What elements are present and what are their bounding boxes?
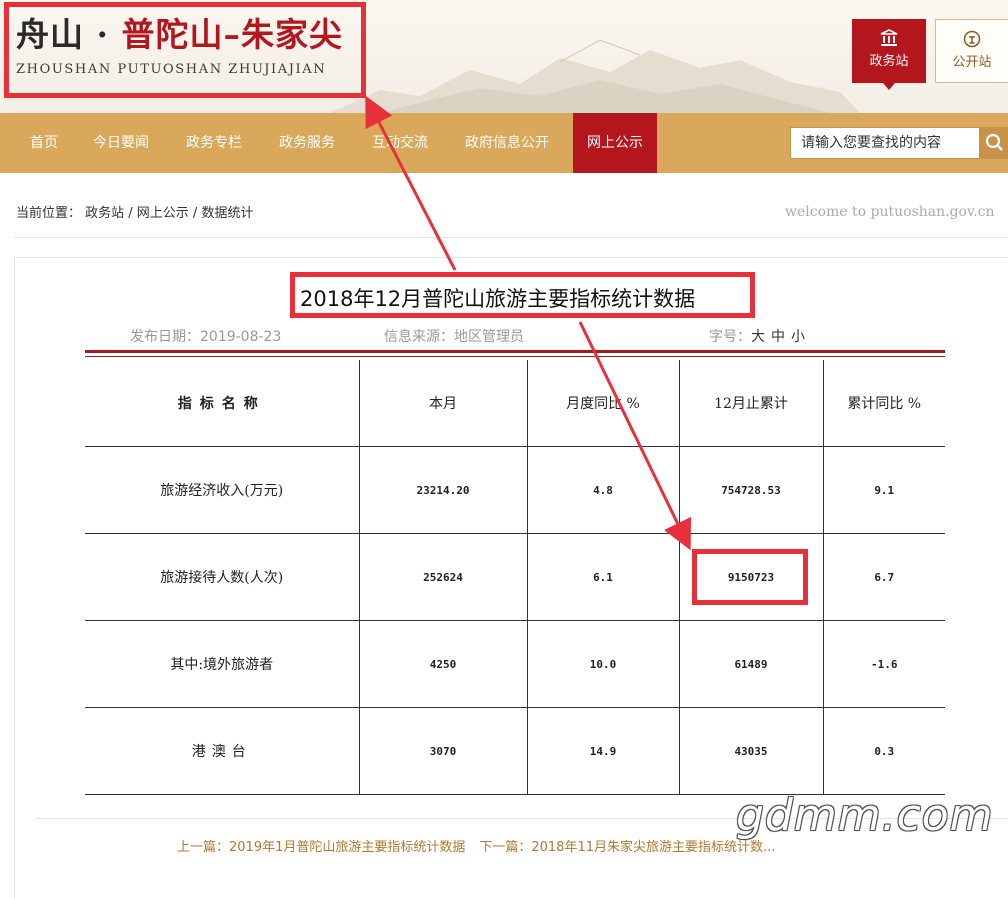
row-label: 其中:境外旅游者 xyxy=(85,620,359,708)
cell-value: 23214.20 xyxy=(358,446,527,534)
table-header-row: 指标名称 本月 月度同比 % 12月止累计 累计同比 % xyxy=(85,360,945,447)
table-row: 旅游接待人数(人次) 252624 6.1 9150723 6.7 xyxy=(85,533,945,621)
font-size-options[interactable]: 大中小 xyxy=(751,329,811,345)
header-cumulative-yoy: 累计同比 % xyxy=(822,360,945,447)
header-this-month: 本月 xyxy=(358,360,527,447)
prev-article-link[interactable]: 上一篇：2019年1月普陀山旅游主要指标统计数据 xyxy=(177,840,465,855)
table-row: 其中:境外旅游者 4250 10.0 61489 -1.6 xyxy=(85,620,945,708)
cell-value: -1.6 xyxy=(822,620,945,708)
breadcrumb-label: 当前位置： xyxy=(16,206,82,221)
cell-value: 9.1 xyxy=(822,446,945,534)
font-size-control: 字号：大中小 xyxy=(709,326,811,346)
info-source: 信息来源：地区管理员 xyxy=(384,329,524,345)
publish-date: 发布日期：2019-08-23 xyxy=(130,329,282,345)
cell-value: 4.8 xyxy=(526,446,679,534)
search-box xyxy=(790,127,1008,159)
row-label: 旅游经济收入(万元) xyxy=(85,446,359,534)
nav-gov-service[interactable]: 政务服务 xyxy=(279,113,335,173)
header-monthly-yoy: 月度同比 % xyxy=(526,360,679,447)
search-button[interactable] xyxy=(980,127,1008,159)
next-article-link[interactable]: 下一篇：2018年11月朱家尖旅游主要指标统计数... xyxy=(479,840,775,855)
breadcrumb: 当前位置： 政务站 / 网上公示 / 数据统计 xyxy=(16,202,253,221)
building-icon xyxy=(880,29,898,46)
annotation-box-logo xyxy=(4,2,366,98)
row-label: 港澳台 xyxy=(85,707,359,795)
search-icon xyxy=(985,133,1003,151)
nav-interaction[interactable]: 互动交流 xyxy=(372,113,428,173)
font-size-label: 字号： xyxy=(709,329,751,345)
title-rule-thin xyxy=(85,356,945,357)
nav-gov-column[interactable]: 政务专栏 xyxy=(186,113,242,173)
row-label: 旅游接待人数(人次) xyxy=(85,533,359,621)
cell-value: 252624 xyxy=(358,533,527,621)
watermark: gdmm.com xyxy=(736,790,994,841)
header-indicator: 指标名称 xyxy=(85,360,359,447)
cell-value: 61489 xyxy=(678,620,823,708)
stats-table: 指标名称 本月 月度同比 % 12月止累计 累计同比 % 旅游经济收入(万元) … xyxy=(85,360,945,795)
cell-value: 43035 xyxy=(678,707,823,795)
divider xyxy=(14,237,1008,238)
annotation-box-title xyxy=(290,272,755,318)
table-row: 港澳台 3070 14.9 43035 0.3 xyxy=(85,707,945,795)
cell-value: 754728.53 xyxy=(678,446,823,534)
public-site-label: 公开站 xyxy=(952,55,992,70)
gov-site-button[interactable]: 政务站 xyxy=(852,19,926,90)
nav-news[interactable]: 今日要闻 xyxy=(93,113,149,173)
annotation-box-value xyxy=(692,549,808,605)
cell-value: 10.0 xyxy=(526,620,679,708)
header-cumulative: 12月止累计 xyxy=(678,360,823,447)
cell-value: 6.1 xyxy=(526,533,679,621)
cell-value: 14.9 xyxy=(526,707,679,795)
cell-value: 4250 xyxy=(358,620,527,708)
search-input[interactable] xyxy=(790,127,980,159)
nav-online-notice[interactable]: 网上公示 xyxy=(573,113,657,173)
nav-info-public[interactable]: 政府信息公开 xyxy=(465,113,549,173)
cell-value: 0.3 xyxy=(822,707,945,795)
cell-value: 6.7 xyxy=(822,533,945,621)
cell-value: 3070 xyxy=(358,707,527,795)
table-row: 旅游经济收入(万元) 23214.20 4.8 754728.53 9.1 xyxy=(85,446,945,534)
breadcrumb-path[interactable]: 政务站 / 网上公示 / 数据统计 xyxy=(85,206,253,221)
title-rule xyxy=(85,350,945,353)
gov-site-label: 政务站 xyxy=(869,54,909,69)
public-site-button[interactable]: 公开站 xyxy=(935,19,1008,83)
prev-next-links: 上一篇：2019年1月普陀山旅游主要指标统计数据 下一篇：2018年11月朱家尖旅… xyxy=(177,836,789,855)
nav-home[interactable]: 首页 xyxy=(30,113,58,173)
welcome-text: welcome to putuoshan.gov.cn xyxy=(785,204,995,220)
emblem-icon xyxy=(963,30,981,48)
